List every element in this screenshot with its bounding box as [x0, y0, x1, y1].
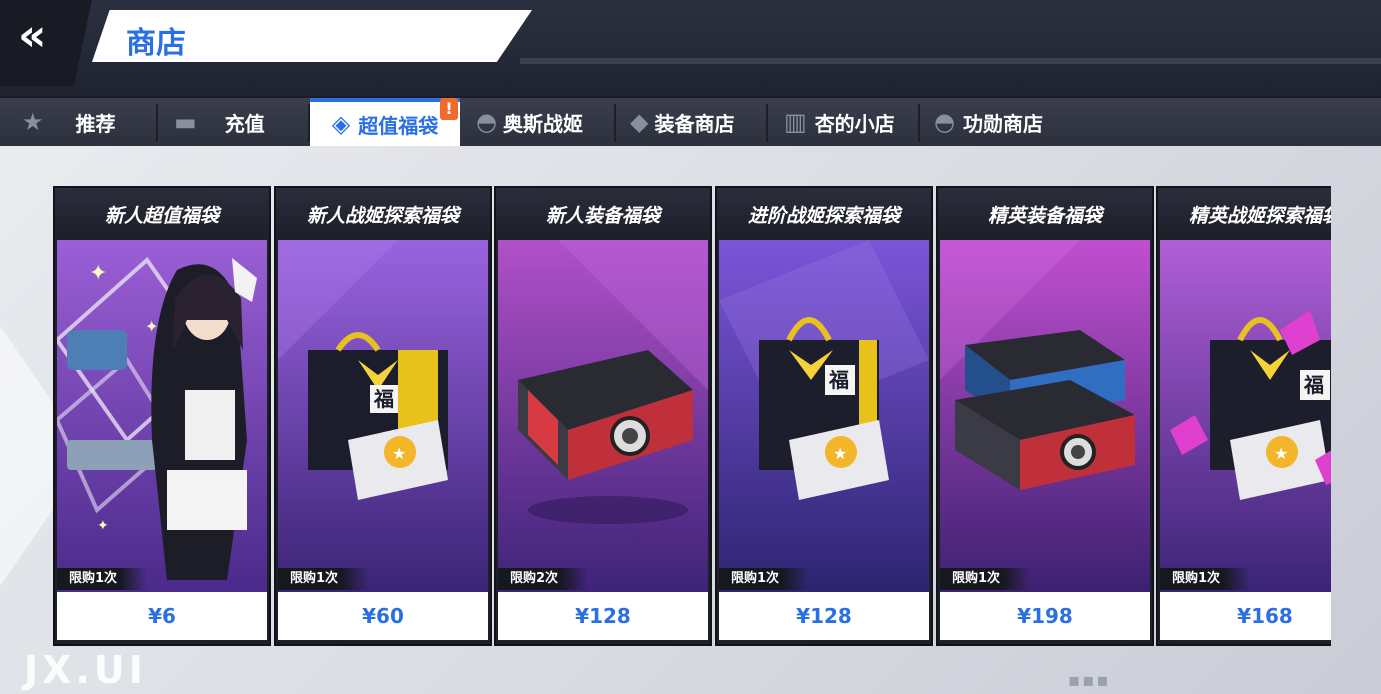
- svg-text:✦: ✦: [97, 518, 109, 534]
- alert-badge: !: [440, 98, 458, 120]
- card-title: 进阶战姬探索福袋: [717, 188, 931, 240]
- tab-label: 杏的小店: [814, 111, 895, 136]
- card-art-bag: 福 ★: [719, 240, 929, 592]
- svg-text:★: ★: [1274, 444, 1288, 463]
- cap-icon: ◓: [934, 108, 955, 136]
- tab-aos-girls[interactable]: ◓ 奥斯战姬: [476, 98, 610, 146]
- tab-equipment-shop[interactable]: ◆ 装备商店: [630, 98, 764, 146]
- svg-text:★: ★: [833, 444, 847, 463]
- price-button[interactable]: ¥128: [498, 592, 708, 640]
- tab-divider: [614, 104, 616, 142]
- tab-label: 超值福袋: [358, 113, 439, 138]
- tab-label: 奥斯战姬: [502, 111, 583, 136]
- page-title: 商店: [126, 26, 186, 61]
- tab-merit-shop[interactable]: ◓ 功勋商店: [934, 98, 1068, 146]
- shop-card[interactable]: 精英战姬探索福袋 福 ★ 限购1次 ¥168: [1156, 186, 1331, 646]
- watermark-logo: JX.UI: [24, 648, 147, 692]
- tab-label: 功勋商店: [962, 111, 1043, 136]
- card-art-crate: [498, 240, 708, 592]
- tab-bar: ★ 推荐 ▬ 充值 ◈ 超值福袋 ! ◓ 奥斯战姬 ◆ 装备商店 ▥ 杏的小店 …: [0, 96, 1381, 148]
- card-list: 新人超值福袋 ✦ ✦ ✦ 限购1次 ¥6 新人战姬探索福袋 福 ★ 限购1次 ¥…: [0, 186, 1331, 646]
- card-art-crate: [940, 240, 1150, 592]
- header-stripe: [520, 58, 1381, 64]
- shop-card[interactable]: 新人装备福袋 限购2次 ¥128: [494, 186, 712, 646]
- price-button[interactable]: ¥60: [278, 592, 488, 640]
- purchase-limit-tag: 限购1次: [278, 568, 369, 590]
- svg-text:✦: ✦: [145, 317, 158, 336]
- tab-label: 充值: [224, 111, 265, 136]
- star-icon: ★: [22, 108, 44, 136]
- svg-text:福: 福: [828, 368, 849, 392]
- card-art-bag: 福 ★: [278, 240, 488, 592]
- gift-bag-icon: ◈: [331, 110, 351, 138]
- svg-text:★: ★: [392, 444, 406, 463]
- shop-card[interactable]: 精英装备福袋 限购1次 ¥198: [936, 186, 1154, 646]
- card-title: 新人装备福袋: [496, 188, 710, 240]
- purchase-limit-tag: 限购2次: [498, 568, 589, 590]
- tab-xing-shop[interactable]: ▥ 杏的小店: [784, 98, 918, 146]
- tab-label: 装备商店: [654, 111, 735, 136]
- page-dots-indicator: ▪▪▪: [1068, 670, 1111, 691]
- price-button[interactable]: ¥6: [57, 592, 267, 640]
- back-button[interactable]: «: [0, 0, 92, 86]
- tab-divider: [156, 104, 158, 142]
- gift-icon: ▥: [784, 108, 807, 136]
- top-header: « 商店: [0, 0, 1381, 100]
- price-button[interactable]: ¥198: [940, 592, 1150, 640]
- card-art-bag: 福 ★: [1160, 240, 1331, 592]
- shop-card[interactable]: 进阶战姬探索福袋 福 ★ 限购1次 ¥128: [715, 186, 933, 646]
- card-title: 精英战姬探索福袋: [1158, 188, 1331, 240]
- svg-text:福: 福: [1303, 373, 1324, 397]
- tab-divider: [918, 104, 920, 142]
- price-button[interactable]: ¥168: [1160, 592, 1331, 640]
- cap-icon: ◓: [476, 108, 497, 136]
- shop-card[interactable]: 新人战姬探索福袋 福 ★ 限购1次 ¥60: [274, 186, 492, 646]
- card-title: 新人超值福袋: [55, 188, 269, 240]
- double-chevron-left-icon: «: [18, 10, 47, 61]
- page-title-plate: 商店: [92, 10, 532, 62]
- card-title: 精英装备福袋: [938, 188, 1152, 240]
- card-title: 新人战姬探索福袋: [276, 188, 490, 240]
- purchase-limit-tag: 限购1次: [719, 568, 810, 590]
- tab-label: 推荐: [75, 111, 116, 136]
- svg-text:福: 福: [373, 387, 394, 411]
- shop-content: 新人超值福袋 ✦ ✦ ✦ 限购1次 ¥6 新人战姬探索福袋 福 ★ 限购1次 ¥…: [0, 146, 1381, 694]
- tab-divider: [766, 104, 768, 142]
- tab-recharge[interactable]: ▬ 充值: [174, 98, 308, 146]
- card-art-character: ✦ ✦ ✦: [57, 240, 267, 592]
- price-button[interactable]: ¥128: [719, 592, 929, 640]
- purchase-limit-tag: 限购1次: [1160, 568, 1251, 590]
- tab-value-bags[interactable]: ◈ 超值福袋 !: [310, 98, 460, 146]
- purchase-limit-tag: 限购1次: [940, 568, 1031, 590]
- shop-card[interactable]: 新人超值福袋 ✦ ✦ ✦ 限购1次 ¥6: [53, 186, 271, 646]
- tab-recommend[interactable]: ★ 推荐: [22, 98, 156, 146]
- wallet-icon: ▬: [174, 108, 197, 136]
- gear-box-icon: ◆: [630, 108, 649, 136]
- purchase-limit-tag: 限购1次: [57, 568, 148, 590]
- svg-text:✦: ✦: [89, 261, 107, 286]
